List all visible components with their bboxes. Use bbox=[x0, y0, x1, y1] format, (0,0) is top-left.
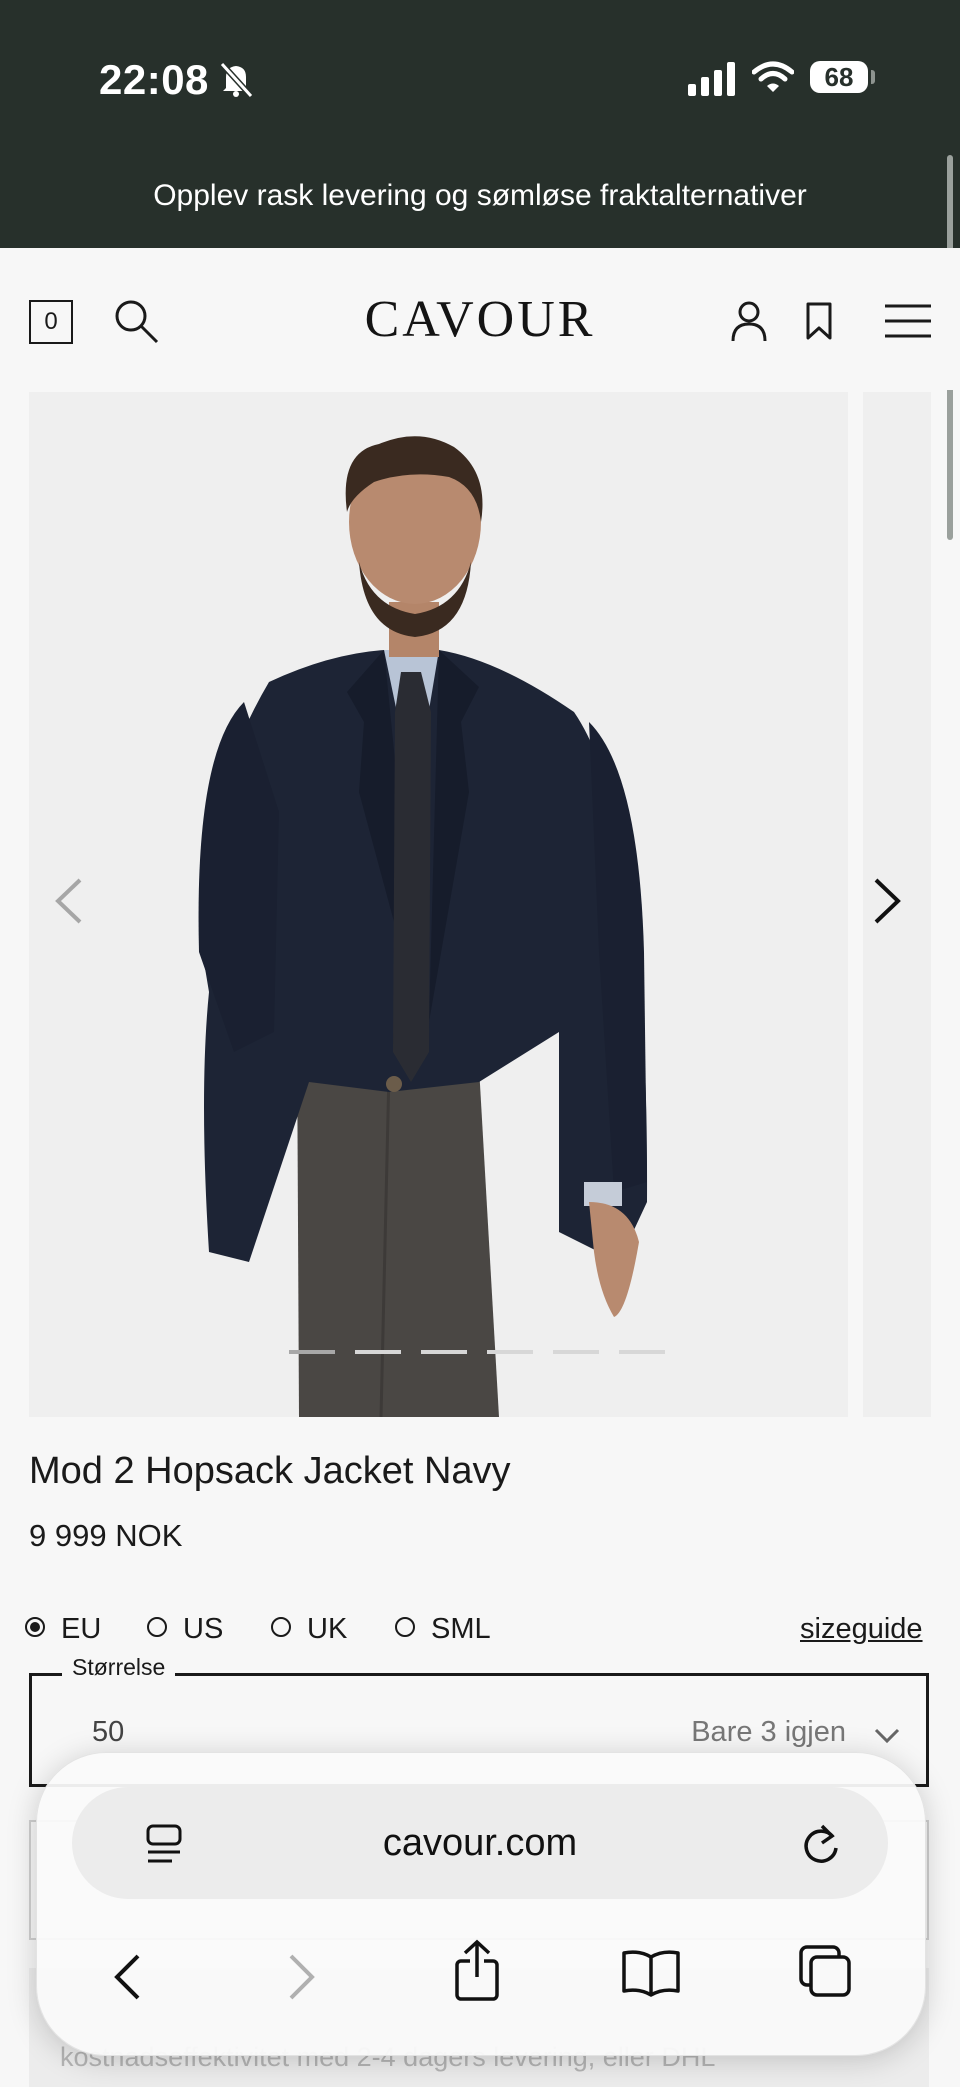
back-arrow-icon[interactable] bbox=[112, 1953, 142, 2001]
product-title: Mod 2 Hopsack Jacket Navy bbox=[29, 1450, 511, 1492]
bell-slash-icon bbox=[219, 61, 254, 98]
size-system-label: US bbox=[183, 1613, 224, 1645]
reader-mode-icon[interactable] bbox=[144, 1823, 184, 1865]
size-system-eu[interactable]: EU bbox=[25, 1610, 101, 1648]
site-header: 0 CAVOUR bbox=[0, 248, 960, 390]
forward-arrow-icon[interactable] bbox=[287, 1953, 317, 2001]
browser-toolbar: cavour.com bbox=[36, 1752, 926, 2056]
chevron-left-icon[interactable] bbox=[50, 876, 90, 926]
product-price: 9 999 NOK bbox=[29, 1518, 183, 1553]
wifi-icon bbox=[752, 61, 794, 92]
size-system-label: UK bbox=[307, 1613, 348, 1645]
carousel-dot[interactable] bbox=[289, 1350, 335, 1354]
bookmarks-icon[interactable] bbox=[621, 1949, 681, 1997]
promo-banner[interactable]: Opplev rask levering og sømløse fraktalt… bbox=[0, 152, 960, 248]
radio-icon[interactable] bbox=[147, 1617, 167, 1638]
carousel-dot[interactable] bbox=[487, 1350, 533, 1354]
radio-icon[interactable] bbox=[395, 1617, 415, 1638]
carousel-dot[interactable] bbox=[355, 1350, 401, 1354]
url-text: cavour.com bbox=[382, 1822, 578, 1864]
radio-icon[interactable] bbox=[271, 1617, 291, 1638]
status-time: 22:08 bbox=[99, 56, 209, 103]
chevron-right-icon[interactable] bbox=[866, 876, 906, 926]
size-select-legend: Størrelse bbox=[62, 1654, 176, 1681]
sizeguide-link[interactable]: sizeguide bbox=[800, 1610, 923, 1648]
account-icon[interactable] bbox=[730, 300, 768, 342]
search-icon[interactable] bbox=[113, 298, 159, 344]
reload-icon[interactable] bbox=[800, 1821, 842, 1865]
brand-logo[interactable]: CAVOUR bbox=[320, 290, 640, 349]
product-image-carousel[interactable] bbox=[29, 392, 848, 1417]
chevron-down-icon bbox=[874, 1728, 900, 1744]
size-system-uk[interactable]: UK bbox=[271, 1610, 347, 1648]
size-system-label: SML bbox=[431, 1613, 491, 1645]
address-bar[interactable]: cavour.com bbox=[72, 1787, 888, 1899]
signal-icon bbox=[688, 62, 735, 96]
carousel-dot[interactable] bbox=[421, 1350, 467, 1354]
stock-status: Bare 3 igjen bbox=[691, 1716, 846, 1748]
share-icon[interactable] bbox=[453, 1939, 501, 2001]
battery-icon: 68 bbox=[810, 61, 868, 93]
size-select-value: 50 bbox=[92, 1716, 125, 1748]
size-system-sml[interactable]: SML bbox=[395, 1610, 491, 1648]
cart-button[interactable]: 0 bbox=[29, 300, 73, 344]
bookmark-icon[interactable] bbox=[805, 302, 833, 340]
status-bar: 22:08 68 bbox=[0, 0, 960, 152]
carousel-dot[interactable] bbox=[553, 1350, 599, 1354]
size-system-label: EU bbox=[61, 1613, 102, 1645]
product-image bbox=[198, 436, 648, 1417]
menu-icon[interactable] bbox=[885, 304, 931, 338]
battery-nub bbox=[871, 70, 875, 84]
tabs-icon[interactable] bbox=[797, 1943, 853, 1999]
radio-selected-icon[interactable] bbox=[25, 1617, 45, 1638]
carousel-dot[interactable] bbox=[619, 1350, 665, 1354]
size-system-us[interactable]: US bbox=[147, 1610, 223, 1648]
